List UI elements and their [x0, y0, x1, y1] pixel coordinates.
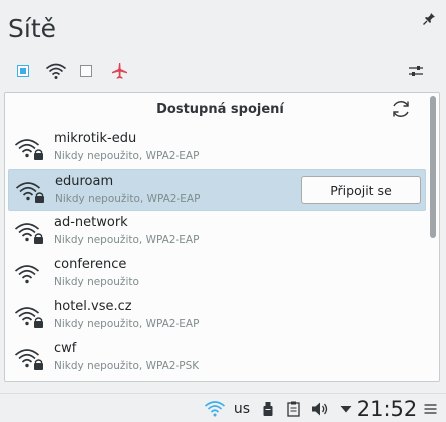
list-item[interactable]: mikrotik-edu Nikdy nepoužito, WPA2-EAP — [8, 127, 426, 169]
list-header: Dostupná spojení — [5, 93, 439, 127]
network-name: conference — [54, 257, 127, 272]
network-toolbar — [0, 60, 446, 84]
list-item[interactable]: cwf Nikdy nepoužito, WPA2-PSK — [8, 337, 426, 379]
refresh-icon[interactable] — [390, 98, 412, 120]
network-name: eduroam — [55, 174, 114, 189]
connect-button[interactable]: Připojit se — [301, 176, 421, 204]
digital-clock[interactable]: 21:52 — [357, 394, 418, 422]
network-detail: Nikdy nepoužito, WPA2-EAP — [55, 193, 201, 205]
network-applet-popup: Sítě Dostupná spojení mikrotik-edu Nikdy… — [0, 0, 446, 393]
scrollbar-thumb[interactable] — [430, 96, 436, 238]
wifi-secured-icon — [14, 179, 46, 205]
wifi-secured-icon — [13, 136, 45, 162]
list-item[interactable]: ad-network Nikdy nepoužito, WPA2-EAP — [8, 211, 426, 253]
show-hidden-icons-arrow-icon[interactable] — [336, 394, 356, 422]
network-detail: Nikdy nepoužito, WPA2-EAP — [54, 234, 200, 246]
wifi-secured-icon — [13, 304, 45, 330]
list-header-label: Dostupná spojení — [156, 102, 284, 117]
network-name: hotel.vse.cz — [54, 299, 132, 314]
network-name: ad-network — [54, 215, 128, 230]
network-detail: Nikdy nepoužito — [54, 276, 139, 288]
network-name: cwf — [54, 341, 77, 356]
clipboard-icon[interactable] — [283, 394, 303, 422]
configure-icon[interactable] — [405, 60, 427, 82]
enable-networking-checkbox-icon[interactable] — [12, 60, 34, 82]
wifi-secured-icon — [13, 346, 45, 372]
wifi-icon[interactable] — [45, 60, 67, 82]
network-detail: Nikdy nepoužito, WPA2-PSK — [54, 360, 200, 372]
airplane-mode-icon[interactable] — [108, 60, 130, 82]
volume-icon[interactable] — [309, 394, 331, 422]
usb-device-icon[interactable] — [258, 394, 278, 422]
taskbar: us 21:52 — [0, 393, 446, 422]
list-item[interactable]: eduroam Nikdy nepoužito, WPA2-EAP Připojit… — [8, 169, 426, 211]
available-connections-list: Dostupná spojení mikrotik-edu Nikdy nepou… — [4, 92, 440, 382]
mobile-broadband-checkbox-icon[interactable] — [75, 60, 97, 82]
network-name: mikrotik-edu — [54, 131, 137, 146]
network-tray-icon[interactable] — [203, 394, 227, 422]
popup-title: Sítě — [8, 14, 56, 43]
list-item[interactable]: hotel.vse.cz Nikdy nepoužito, WPA2-EAP — [8, 295, 426, 337]
network-detail: Nikdy nepoužito, WPA2-EAP — [54, 150, 200, 162]
pin-icon[interactable] — [422, 12, 436, 26]
hamburger-menu-icon[interactable] — [420, 394, 440, 422]
wifi-secured-icon — [13, 220, 45, 246]
network-detail: Nikdy nepoužito, WPA2-EAP — [54, 318, 200, 330]
keyboard-layout-indicator[interactable]: us — [229, 394, 255, 422]
list-item[interactable]: conference Nikdy nepoužito — [8, 253, 426, 295]
wifi-icon — [13, 262, 45, 288]
